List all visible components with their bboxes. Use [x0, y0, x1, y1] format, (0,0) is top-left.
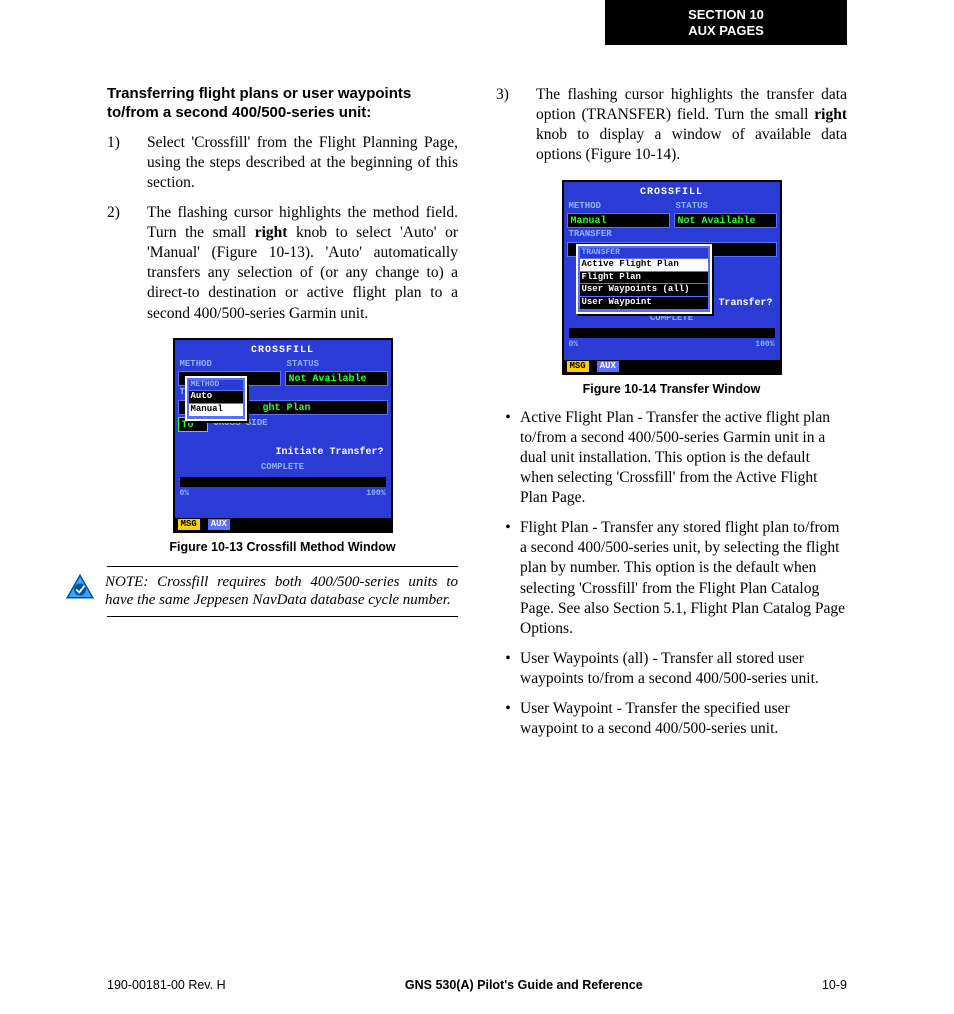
bullet-item: • Active Flight Plan - Transfer the acti… — [496, 408, 847, 509]
bullet-item: • User Waypoints (all) - Transfer all st… — [496, 649, 847, 689]
scale-low: 0% — [569, 340, 579, 350]
note-text: NOTE: Crossfill requires both 400/500-se… — [105, 573, 458, 611]
figure-10-13: CROSSFILL METHOD STATUS Not Available TR… — [107, 338, 458, 556]
gps-footer: MSG AUX — [175, 518, 391, 532]
popup-option: User Waypoint — [580, 297, 708, 309]
section-number: SECTION 10 — [605, 7, 847, 23]
popup-title: METHOD — [189, 380, 243, 390]
procedure-heading: Transferring flight plans or user waypoi… — [107, 85, 458, 123]
bullet-text: Flight Plan - Transfer any stored flight… — [520, 518, 847, 639]
complete-label: COMPLETE — [178, 461, 388, 475]
status-label: STATUS — [285, 358, 388, 372]
scale-high: 100% — [755, 340, 774, 350]
scale-low: 0% — [180, 489, 190, 499]
step-number: 2) — [107, 203, 147, 324]
bullet-marker: • — [496, 408, 520, 509]
scale-high: 100% — [366, 489, 385, 499]
aux-indicator: AUX — [208, 519, 230, 531]
status-field: Not Available — [674, 213, 777, 228]
method-popup: METHOD Auto Manual — [185, 376, 247, 421]
status-field: Not Available — [285, 371, 388, 386]
page-footer: 190-00181-00 Rev. H GNS 530(A) Pilot's G… — [107, 978, 847, 992]
gps-screen: CROSSFILL METHOD STATUS Manual Not Avail… — [562, 180, 782, 376]
figure-caption: Figure 10-14 Transfer Window — [496, 381, 847, 397]
method-field: Manual — [567, 213, 670, 228]
bullet-marker: • — [496, 518, 520, 639]
status-label: STATUS — [674, 200, 777, 214]
popup-option: Flight Plan — [580, 272, 708, 284]
popup-option: Auto — [189, 391, 243, 403]
popup-option-selected: Manual — [189, 404, 243, 416]
bullet-text: User Waypoint - Transfer the specified u… — [520, 699, 847, 739]
step-1: 1) Select 'Crossfill' from the Flight Pl… — [107, 133, 458, 193]
page-number: 10-9 — [822, 978, 847, 992]
section-header-tab: SECTION 10 AUX PAGES — [605, 0, 847, 45]
bullet-item: • Flight Plan - Transfer any stored flig… — [496, 518, 847, 639]
step-number: 3) — [496, 85, 536, 166]
gps-footer: MSG AUX — [564, 360, 780, 374]
doc-title: GNS 530(A) Pilot's Guide and Reference — [405, 978, 643, 992]
gps-title: CROSSFILL — [567, 185, 777, 200]
doc-number: 190-00181-00 Rev. H — [107, 978, 226, 992]
complete-label: COMPLETE — [567, 312, 777, 326]
gps-screen: CROSSFILL METHOD STATUS Not Available TR… — [173, 338, 393, 534]
bullet-marker: • — [496, 649, 520, 689]
transfer-popup: TRANSFER Active Flight Plan Flight Plan … — [576, 244, 712, 314]
popup-title: TRANSFER — [580, 248, 708, 258]
bullet-marker: • — [496, 699, 520, 739]
msg-indicator: MSG — [567, 361, 589, 373]
method-label: METHOD — [178, 358, 281, 372]
transfer-label: TRANSFER — [567, 228, 777, 242]
method-label: METHOD — [567, 200, 670, 214]
progress-bar — [180, 477, 386, 487]
step-text: Select 'Crossfill' from the Flight Plann… — [147, 133, 458, 193]
aux-indicator: AUX — [597, 361, 619, 373]
step-3: 3) The flashing cursor highlights the tr… — [496, 85, 847, 166]
initiate-prompt: Initiate Transfer? — [178, 444, 388, 461]
step-text: The flashing cursor highlights the trans… — [536, 85, 847, 166]
figure-caption: Figure 10-13 Crossfill Method Window — [107, 539, 458, 555]
figure-10-14: CROSSFILL METHOD STATUS Manual Not Avail… — [496, 180, 847, 398]
step-text: The flashing cursor highlights the metho… — [147, 203, 458, 324]
bullet-text: Active Flight Plan - Transfer the active… — [520, 408, 847, 509]
bullet-item: • User Waypoint - Transfer the specified… — [496, 699, 847, 739]
popup-option: User Waypoints (all) — [580, 284, 708, 296]
right-column: 3) The flashing cursor highlights the tr… — [496, 85, 847, 750]
step-number: 1) — [107, 133, 147, 193]
section-title: AUX PAGES — [605, 23, 847, 39]
step-2: 2) The flashing cursor highlights the me… — [107, 203, 458, 324]
msg-indicator: MSG — [178, 519, 200, 531]
left-column: Transferring flight plans or user waypoi… — [107, 85, 458, 750]
gps-title: CROSSFILL — [178, 343, 388, 358]
note-icon — [65, 573, 95, 603]
note-block: NOTE: Crossfill requires both 400/500-se… — [107, 566, 458, 618]
popup-option-selected: Active Flight Plan — [580, 259, 708, 271]
bullet-text: User Waypoints (all) - Transfer all stor… — [520, 649, 847, 689]
progress-bar — [569, 328, 775, 338]
